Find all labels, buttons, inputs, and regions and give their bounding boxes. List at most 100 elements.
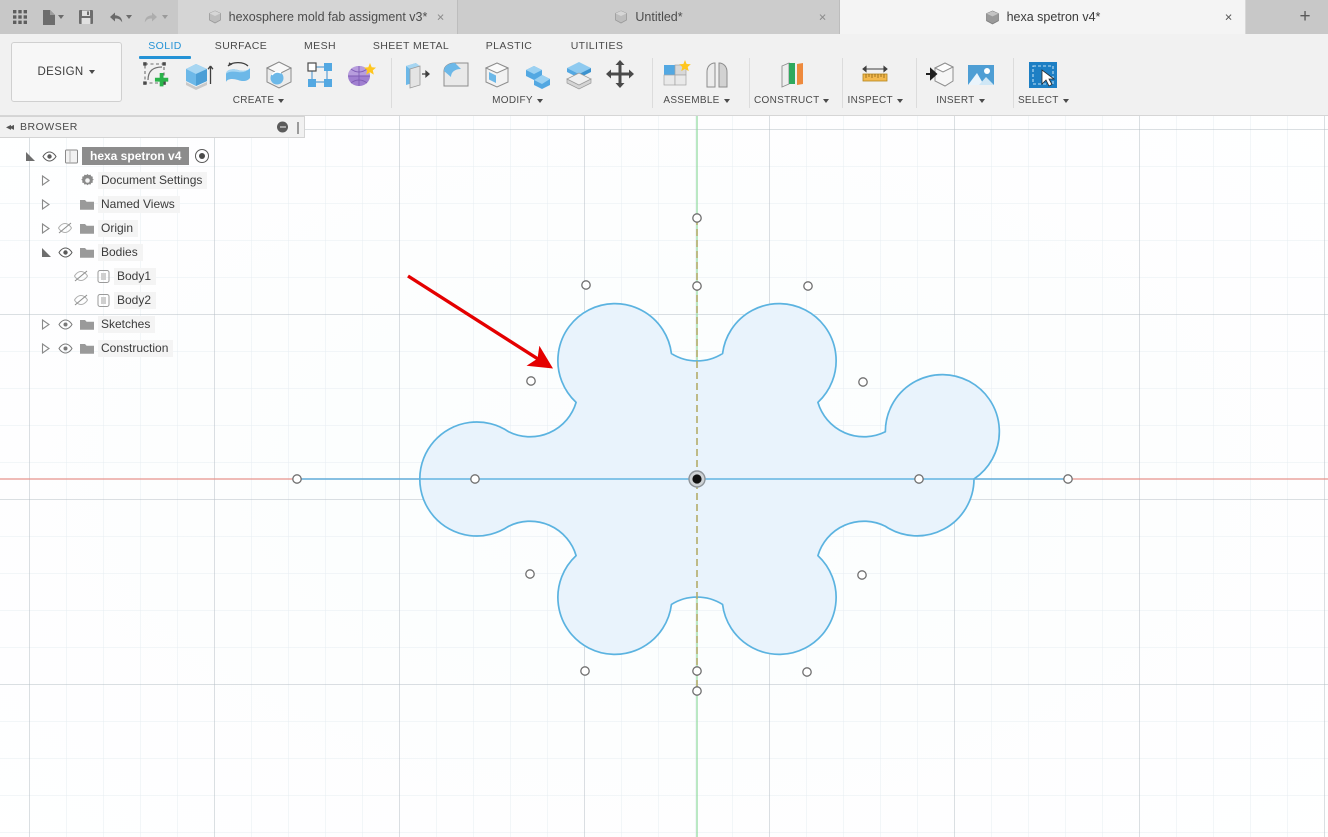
chevron-down-icon	[896, 98, 903, 103]
document-tab-2-label: Untitled*	[635, 10, 683, 24]
expander-open-icon[interactable]	[38, 247, 54, 258]
panel-construct-label[interactable]: CONSTRUCT	[754, 95, 830, 106]
tree-node-named-views[interactable]: Named Views	[0, 192, 305, 216]
sketch-point[interactable]	[581, 280, 591, 290]
measure-icon[interactable]	[856, 55, 894, 95]
sketch-point[interactable]	[692, 281, 702, 291]
ribbon-tab-mesh[interactable]: MESH	[284, 37, 356, 55]
sketch-point[interactable]	[526, 376, 536, 386]
move-copy-icon[interactable]	[601, 55, 639, 95]
expander-closed-icon[interactable]	[38, 174, 54, 186]
sketch-point[interactable]	[470, 474, 480, 484]
sketch-point[interactable]	[858, 377, 868, 387]
tree-node-bodies[interactable]: Bodies	[0, 240, 305, 264]
new-component-icon[interactable]	[657, 55, 695, 95]
combine-icon[interactable]	[519, 55, 557, 95]
sketch-point[interactable]	[802, 667, 812, 677]
ribbon-tab-sheet-metal[interactable]: SHEET METAL	[356, 37, 466, 55]
new-file-caret-icon[interactable]	[58, 15, 64, 19]
tree-node-origin-label: Origin	[98, 219, 139, 237]
revolve-icon[interactable]	[219, 55, 257, 95]
shell-icon[interactable]	[478, 55, 516, 95]
tree-node-body1[interactable]: Body1	[0, 264, 305, 288]
collapse-panel-icon[interactable]: ◂◂	[6, 122, 14, 133]
tree-node-root[interactable]: hexa spetron v4	[0, 144, 305, 168]
sketch-point[interactable]	[525, 569, 535, 579]
new-tab-button[interactable]: +	[1282, 0, 1328, 34]
app-grid-icon[interactable]	[6, 4, 34, 30]
sketch-point[interactable]	[580, 666, 590, 676]
form-icon[interactable]	[342, 55, 380, 95]
browser-minimize-icon[interactable]	[277, 121, 288, 133]
sketch-point[interactable]	[1063, 474, 1073, 484]
panel-inspect-label[interactable]: INSPECT	[847, 95, 903, 106]
create-sketch-icon[interactable]	[137, 55, 175, 95]
document-tab-1-close-icon[interactable]: ×	[434, 11, 447, 24]
undo-icon[interactable]	[102, 4, 136, 30]
visibility-eye-icon[interactable]	[54, 318, 76, 330]
ribbon-tab-plastic[interactable]: PLASTIC	[466, 37, 552, 55]
redo-caret-icon[interactable]	[161, 15, 168, 19]
extrude-icon[interactable]	[178, 55, 216, 95]
panel-assemble-label[interactable]: ASSEMBLE	[663, 95, 730, 106]
document-tab-2-close-icon[interactable]: ×	[816, 11, 829, 24]
select-window-icon[interactable]	[1024, 55, 1062, 95]
visibility-eye-icon[interactable]	[54, 342, 76, 354]
insert-derive-icon[interactable]	[921, 55, 959, 95]
expander-closed-icon[interactable]	[38, 342, 54, 354]
workspace-selector[interactable]: DESIGN	[11, 42, 122, 102]
chevron-down-icon	[278, 98, 285, 103]
offset-plane-icon[interactable]	[773, 55, 811, 95]
new-file-icon[interactable]	[36, 4, 70, 30]
document-tab-3-close-icon[interactable]: ×	[1222, 11, 1235, 24]
tree-node-origin[interactable]: Origin	[0, 216, 305, 240]
expander-closed-icon[interactable]	[38, 222, 54, 234]
undo-caret-icon[interactable]	[125, 15, 132, 19]
tree-node-body2[interactable]: Body2	[0, 288, 305, 312]
browser-resize-grip[interactable]	[297, 122, 299, 134]
pattern-icon[interactable]	[301, 55, 339, 95]
sketch-point[interactable]	[292, 474, 302, 484]
document-tab-2[interactable]: Untitled* ×	[458, 0, 840, 34]
fillet-icon[interactable]	[437, 55, 475, 95]
split-body-icon[interactable]	[560, 55, 598, 95]
ribbon-tab-solid[interactable]: SOLID	[132, 37, 198, 59]
sweep-icon[interactable]	[260, 55, 298, 95]
panel-select-label[interactable]: SELECT	[1018, 95, 1069, 106]
sketch-point[interactable]	[692, 213, 702, 223]
expander-closed-icon[interactable]	[38, 198, 54, 210]
insert-canvas-icon[interactable]	[962, 55, 1000, 95]
origin-point[interactable]	[688, 470, 706, 488]
redo-icon[interactable]	[138, 4, 172, 30]
gear-icon	[76, 173, 98, 188]
component-activate-radio[interactable]	[195, 149, 210, 163]
sketch-point[interactable]	[914, 474, 924, 484]
tree-node-construction[interactable]: Construction	[0, 336, 305, 360]
panel-modify-label[interactable]: MODIFY	[492, 95, 543, 106]
press-pull-icon[interactable]	[396, 55, 434, 95]
expander-open-icon[interactable]	[22, 151, 38, 162]
quick-access-toolbar	[0, 0, 178, 34]
tree-node-sketches[interactable]: Sketches	[0, 312, 305, 336]
document-tab-3[interactable]: hexa spetron v4* ×	[840, 0, 1246, 34]
sketch-point[interactable]	[692, 666, 702, 676]
panel-select: SELECT	[1012, 54, 1074, 116]
save-icon[interactable]	[72, 4, 100, 30]
visibility-eye-off-icon[interactable]	[70, 294, 92, 306]
sketch-point[interactable]	[692, 686, 702, 696]
sketch-point[interactable]	[803, 281, 813, 291]
visibility-eye-icon[interactable]	[54, 246, 76, 258]
ribbon-tab-surface[interactable]: SURFACE	[198, 37, 284, 55]
panel-create-label[interactable]: CREATE	[233, 95, 285, 106]
expander-closed-icon[interactable]	[38, 318, 54, 330]
visibility-eye-off-icon[interactable]	[70, 270, 92, 282]
sketch-point[interactable]	[857, 570, 867, 580]
joint-icon[interactable]	[698, 55, 736, 95]
visibility-eye-off-icon[interactable]	[54, 222, 76, 234]
fusion-window: hexosphere mold fab assigment v3* × Unti…	[0, 0, 1328, 837]
panel-insert-label[interactable]: INSERT	[936, 95, 985, 106]
tree-node-document-settings[interactable]: Document Settings	[0, 168, 305, 192]
document-tab-1[interactable]: hexosphere mold fab assigment v3* ×	[178, 0, 458, 34]
visibility-eye-icon[interactable]	[38, 150, 60, 162]
ribbon-tab-utilities[interactable]: UTILITIES	[552, 37, 642, 55]
